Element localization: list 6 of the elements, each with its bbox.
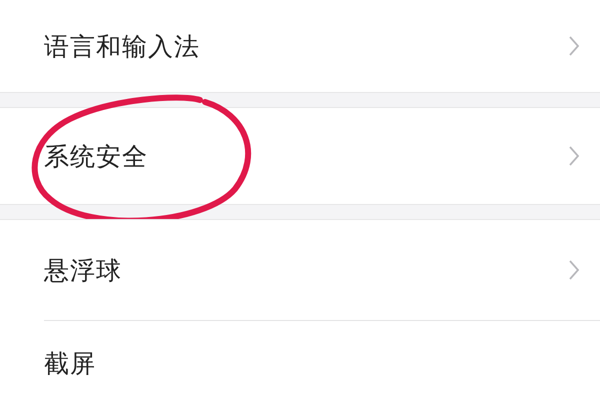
row-label: 系统安全 [44,140,149,172]
row-label: 语言和输入法 [44,30,201,62]
settings-row[interactable]: 截屏 [44,320,600,400]
row-label: 悬浮球 [44,254,123,286]
settings-row[interactable]: 悬浮球 [44,220,600,320]
row-label: 截屏 [44,348,97,380]
